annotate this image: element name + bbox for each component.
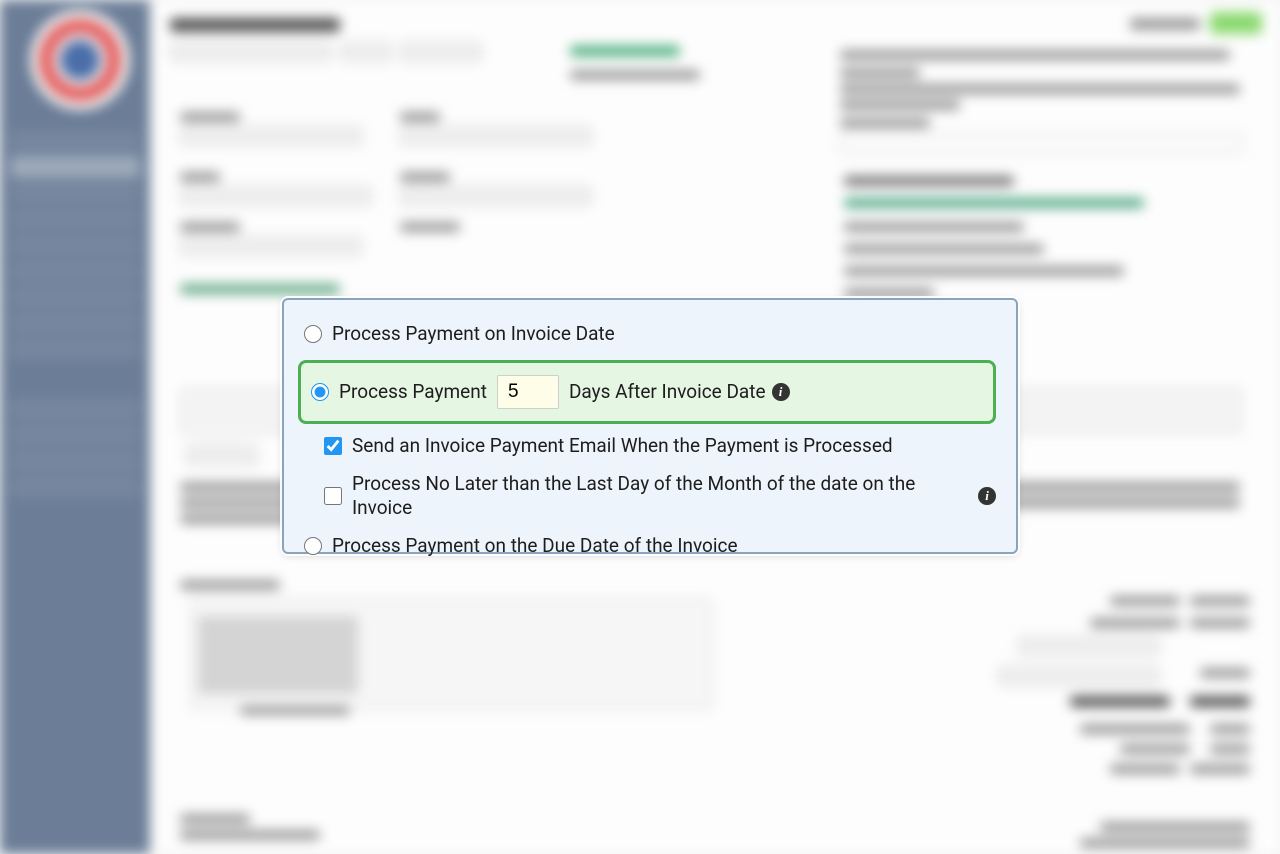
checkbox-send-email[interactable] bbox=[324, 437, 342, 455]
app-logo bbox=[30, 10, 130, 110]
days-after-input[interactable] bbox=[497, 375, 559, 409]
checkbox-label: Send an Invoice Payment Email When the P… bbox=[352, 434, 893, 458]
save-button-blur bbox=[1210, 12, 1262, 34]
checkbox-last-day-row[interactable]: Process No Later than the Last Day of th… bbox=[324, 472, 996, 520]
checkbox-last-day[interactable] bbox=[324, 487, 342, 505]
days-prefix: Process Payment bbox=[339, 380, 487, 404]
info-icon[interactable]: i bbox=[978, 487, 996, 505]
option-label: Process Payment on the Due Date of the I… bbox=[332, 534, 738, 558]
sidebar bbox=[0, 0, 150, 854]
checkbox-label: Process No Later than the Last Day of th… bbox=[352, 472, 972, 520]
days-suffix: Days After Invoice Date bbox=[569, 380, 766, 404]
checkbox-send-email-row[interactable]: Send an Invoice Payment Email When the P… bbox=[324, 434, 996, 458]
sidebar-nav bbox=[10, 130, 140, 502]
radio-invoice-date[interactable] bbox=[304, 325, 322, 343]
option-label: Process Payment on Invoice Date bbox=[332, 322, 615, 346]
radio-due-date[interactable] bbox=[304, 537, 322, 555]
option-process-on-invoice-date[interactable]: Process Payment on Invoice Date bbox=[304, 322, 996, 346]
option-process-days-after[interactable]: Process Payment Days After Invoice Date … bbox=[298, 360, 996, 424]
payment-options-panel: Process Payment on Invoice Date Process … bbox=[282, 298, 1018, 554]
radio-days-after[interactable] bbox=[311, 383, 329, 401]
info-icon[interactable]: i bbox=[772, 383, 790, 401]
option-process-on-due-date[interactable]: Process Payment on the Due Date of the I… bbox=[304, 534, 996, 558]
